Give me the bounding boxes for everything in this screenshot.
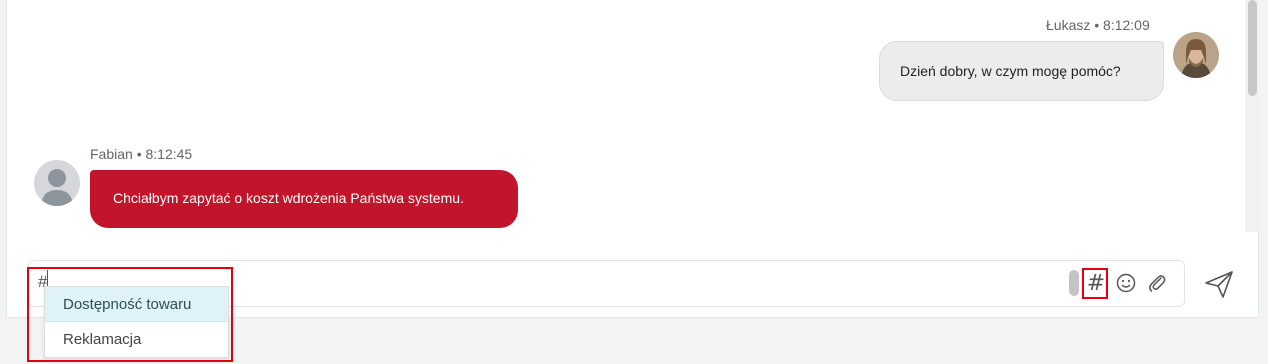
agent-message-text: Dzień dobry, w czym mogę pomóc? [900, 63, 1121, 79]
user-avatar [34, 160, 80, 206]
paperclip-icon[interactable] [1146, 272, 1168, 296]
dropdown-highlight-frame [27, 267, 233, 362]
agent-message-meta: Łukasz • 8:12:09 [1046, 17, 1150, 33]
input-scroll-handle[interactable] [1069, 270, 1079, 296]
hashtag-highlight-frame [1082, 268, 1108, 299]
agent-avatar [1173, 32, 1219, 78]
send-button[interactable] [1203, 268, 1235, 300]
user-message-meta: Fabian • 8:12:45 [90, 146, 193, 162]
user-message-text: Chciałbym zapytać o koszt wdrożenia Pańs… [113, 190, 464, 206]
user-message-bubble: Chciałbym zapytać o koszt wdrożenia Pańs… [90, 170, 518, 228]
send-icon [1205, 271, 1233, 298]
emoji-icon[interactable] [1115, 272, 1137, 296]
agent-message-bubble: Dzień dobry, w czym mogę pomóc? [879, 41, 1164, 101]
scrollbar-thumb[interactable] [1248, 0, 1257, 96]
